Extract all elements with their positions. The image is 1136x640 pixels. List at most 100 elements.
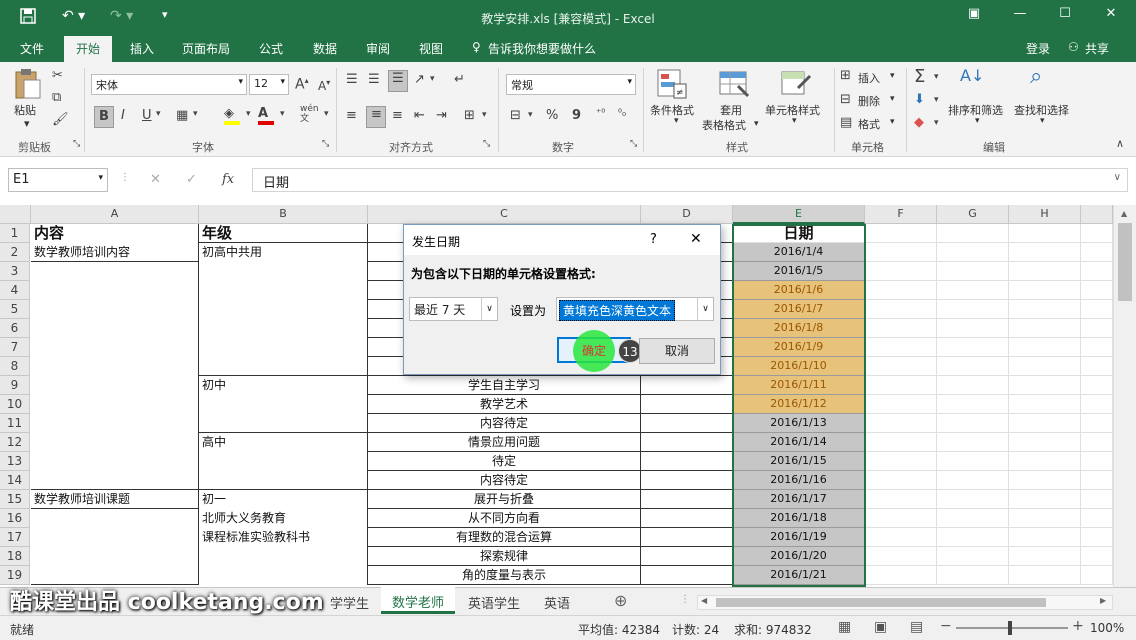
grid-cell[interactable]: [1081, 224, 1113, 243]
grid-cell[interactable]: [31, 281, 199, 300]
grid-cell[interactable]: [1081, 509, 1113, 528]
borders-icon[interactable]: ▦: [176, 108, 188, 123]
font-color-dropdown-icon[interactable]: ▾: [280, 109, 285, 119]
row-header[interactable]: 1: [0, 224, 30, 243]
grid-cell[interactable]: [865, 281, 937, 300]
close-button[interactable]: ✕: [1099, 6, 1123, 26]
grid-cell[interactable]: [1081, 319, 1113, 338]
grid-cell[interactable]: [937, 262, 1009, 281]
align-top-icon[interactable]: ☰: [346, 72, 358, 87]
fill-icon[interactable]: ⬇: [914, 92, 925, 107]
fill-dropdown-icon[interactable]: ▾: [934, 95, 939, 105]
grid-cell[interactable]: [1009, 509, 1081, 528]
autosum-dropdown-icon[interactable]: ▾: [934, 72, 939, 82]
grid-cell[interactable]: 年级: [199, 224, 368, 243]
grid-cell[interactable]: [1009, 338, 1081, 357]
grid-cell[interactable]: 情景应用问题: [368, 433, 641, 452]
period-select[interactable]: 最近 7 天 ∨: [409, 297, 498, 321]
grid-cell[interactable]: [937, 357, 1009, 376]
align-left-icon[interactable]: ≡: [346, 108, 357, 123]
grid-cell[interactable]: [641, 528, 733, 547]
grid-cell[interactable]: 2016/1/16: [733, 471, 865, 490]
cut-icon[interactable]: ✂: [52, 68, 63, 83]
grid-cell[interactable]: [1081, 281, 1113, 300]
grid-cell[interactable]: [199, 357, 368, 376]
name-box[interactable]: E1 ▾: [8, 168, 108, 192]
borders-dropdown-icon[interactable]: ▾: [193, 109, 198, 119]
grid-cell[interactable]: [865, 471, 937, 490]
column-header-a[interactable]: A: [31, 205, 199, 224]
grid-cell[interactable]: [937, 471, 1009, 490]
column-header-b[interactable]: B: [199, 205, 368, 224]
grid-cell[interactable]: 内容: [31, 224, 199, 243]
cell-styles-dropdown-icon[interactable]: ▾: [792, 116, 797, 126]
paste-button[interactable]: 粘贴: [14, 102, 36, 118]
tab-data[interactable]: 数据: [313, 40, 337, 57]
grid-cell[interactable]: 探索规律: [368, 547, 641, 566]
grid-cell[interactable]: [865, 357, 937, 376]
grid-cell[interactable]: 2016/1/11: [733, 376, 865, 395]
grid-cell[interactable]: [1081, 433, 1113, 452]
grid-cell[interactable]: 2016/1/7: [733, 300, 865, 319]
grid-cell[interactable]: [1009, 224, 1081, 243]
grid-cell[interactable]: [641, 509, 733, 528]
column-header-f[interactable]: F: [865, 205, 937, 224]
row-header[interactable]: 11: [0, 414, 30, 433]
grid-cell[interactable]: 初高中共用: [199, 243, 368, 262]
paste-icon[interactable]: [14, 68, 42, 100]
grid-cell[interactable]: [31, 319, 199, 338]
insert-cells-button[interactable]: 插入: [858, 70, 880, 86]
row-header[interactable]: 12: [0, 433, 30, 452]
grid-cell[interactable]: 高中: [199, 433, 368, 452]
format-as-table-label-1[interactable]: 套用: [720, 102, 742, 118]
currency-dropdown-icon[interactable]: ▾: [528, 110, 533, 120]
horizontal-scroll-thumb[interactable]: [716, 598, 1046, 607]
grid-cell[interactable]: [1009, 566, 1081, 585]
grid-cell[interactable]: [1081, 528, 1113, 547]
row-header[interactable]: 10: [0, 395, 30, 414]
align-middle-icon[interactable]: ☰: [368, 72, 380, 87]
tab-home[interactable]: 开始: [64, 36, 113, 62]
number-launcher-icon[interactable]: ⤡: [630, 139, 637, 149]
font-launcher-icon[interactable]: ⤡: [322, 139, 329, 149]
delete-cells-icon[interactable]: ⊟: [840, 92, 851, 107]
grid-cell[interactable]: 2016/1/15: [733, 452, 865, 471]
grid-cell[interactable]: [865, 395, 937, 414]
tab-file[interactable]: 文件: [20, 40, 44, 57]
grid-cell[interactable]: [641, 547, 733, 566]
scroll-up-icon[interactable]: ▲: [1121, 209, 1127, 218]
font-size-select[interactable]: 12 ▾: [249, 74, 289, 95]
increase-indent-icon[interactable]: ⇥: [436, 108, 447, 123]
grid-cell[interactable]: 北师大义务教育: [199, 509, 368, 528]
format-as-table-button[interactable]: 表格格式: [702, 117, 746, 133]
format-cells-dropdown-icon[interactable]: ▾: [890, 117, 895, 127]
grid-cell[interactable]: 2016/1/18: [733, 509, 865, 528]
sheet-tab-students[interactable]: 学学生: [330, 593, 369, 612]
grid-cell[interactable]: 从不同方向看: [368, 509, 641, 528]
grid-cell[interactable]: [641, 414, 733, 433]
bold-button[interactable]: B: [94, 106, 114, 128]
grid-cell[interactable]: [31, 509, 199, 528]
format-as-table-icon[interactable]: [718, 68, 750, 100]
grid-cell[interactable]: [199, 338, 368, 357]
clear-icon[interactable]: ◆: [914, 115, 924, 130]
grid-cell[interactable]: [641, 566, 733, 585]
format-style-select[interactable]: 黄填充色深黄色文本 ∨: [556, 297, 714, 321]
grid-cell[interactable]: [865, 566, 937, 585]
grid-cell[interactable]: [31, 338, 199, 357]
dialog-close-button[interactable]: ✕: [690, 231, 702, 247]
share-button[interactable]: 共享: [1085, 40, 1109, 57]
grid-cell[interactable]: [31, 528, 199, 547]
grid-cell[interactable]: 2016/1/13: [733, 414, 865, 433]
grid-cell[interactable]: [199, 281, 368, 300]
increase-decimal-icon[interactable]: ⁺⁰: [596, 108, 605, 119]
grid-cell[interactable]: [937, 566, 1009, 585]
login-link[interactable]: 登录: [1026, 40, 1050, 57]
grid-cell[interactable]: [865, 547, 937, 566]
font-name-select[interactable]: 宋体 ▾: [91, 74, 247, 95]
grid-cell[interactable]: [1081, 262, 1113, 281]
grid-cell[interactable]: [937, 490, 1009, 509]
grow-font-icon[interactable]: A▴: [295, 76, 309, 93]
conditional-format-dropdown-icon[interactable]: ▾: [674, 116, 679, 126]
sheet-tab-english-students[interactable]: 英语学生: [468, 593, 520, 612]
